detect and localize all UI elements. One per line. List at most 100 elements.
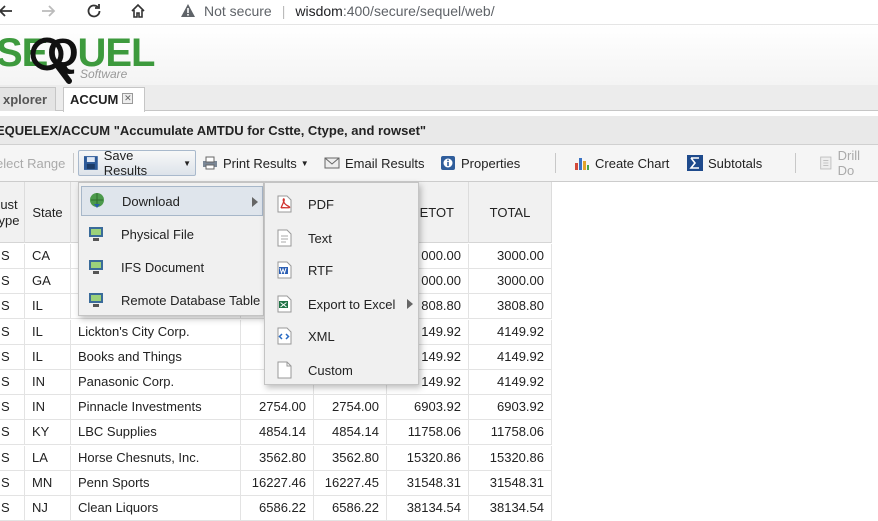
drill-down-button[interactable]: Drill Do	[815, 148, 878, 178]
table-cell: KY	[25, 420, 71, 446]
monitor-icon	[89, 293, 103, 307]
table-cell: IL	[25, 294, 71, 320]
table-cell: S	[0, 445, 25, 471]
table-cell: S	[0, 269, 25, 295]
menu-item-ifs-document[interactable]: IFS Document	[81, 252, 263, 282]
results-toolbar: elect Range Save Results ▼ Print Results ▼…	[0, 145, 878, 182]
table-cell: S	[0, 370, 25, 395]
table-cell: 6586.22	[314, 496, 387, 521]
table-cell: 16227.45	[314, 470, 387, 496]
globe-download-icon	[90, 193, 104, 208]
table-cell: 38134.54	[387, 496, 469, 521]
properties-button[interactable]: Properties	[436, 150, 524, 176]
save-results-menu: Download Physical File IFS Document Remo…	[78, 182, 264, 316]
reload-icon[interactable]	[83, 0, 105, 22]
printer-icon	[203, 156, 217, 170]
menu-item-export-to-excel[interactable]: Export to Excel	[267, 289, 418, 319]
table-cell: IN	[25, 370, 71, 395]
blank-file-icon	[277, 361, 292, 379]
create-chart-button[interactable]: Create Chart	[570, 150, 673, 176]
table-cell: 6903.92	[469, 395, 552, 421]
menu-item-text[interactable]: Text	[267, 223, 418, 253]
table-cell: 2754.00	[241, 395, 314, 421]
table-cell: NJ	[25, 496, 71, 521]
menu-item-custom[interactable]: Custom	[267, 355, 418, 385]
magnifier-icon	[30, 37, 72, 84]
table-cell: Lickton's City Corp.	[71, 319, 241, 345]
menu-item-pdf[interactable]: PDF	[267, 189, 418, 219]
security-label: Not secure	[204, 3, 272, 19]
table-cell: S	[0, 470, 25, 496]
table-cell: Pinnacle Investments	[71, 395, 241, 421]
table-cell: S	[0, 294, 25, 320]
warning-icon	[181, 4, 195, 17]
menu-item-physical-file[interactable]: Physical File	[81, 219, 263, 249]
table-cell: 4854.14	[314, 420, 387, 446]
table-cell: Clean Liquors	[71, 496, 241, 521]
table-cell: LA	[25, 445, 71, 471]
table-row[interactable]: S MN Penn Sports 16227.46 16227.45 31548.31 31…	[0, 470, 552, 496]
table-row[interactable]: S IN Pinnacle Investments 2754.00 2754.00 690…	[0, 395, 552, 421]
table-cell: 15320.86	[387, 445, 469, 471]
drill-down-icon	[820, 156, 832, 170]
table-cell: LBC Supplies	[71, 420, 241, 446]
email-results-button[interactable]: Email Results	[320, 150, 428, 176]
table-cell: S	[0, 395, 25, 421]
back-arrow-icon[interactable]	[0, 0, 16, 22]
home-icon[interactable]	[127, 0, 149, 22]
close-tab-icon[interactable]: ✕	[122, 93, 134, 104]
table-cell: IL	[25, 344, 71, 370]
table-cell: CA	[25, 244, 71, 269]
table-cell: 31548.31	[387, 470, 469, 496]
table-cell: 11758.06	[469, 420, 552, 446]
info-icon	[441, 156, 455, 170]
table-cell: 15320.86	[469, 445, 552, 471]
table-cell: Penn Sports	[71, 470, 241, 496]
table-cell: 2754.00	[314, 395, 387, 421]
word-document-icon	[277, 261, 292, 279]
table-cell: 6586.22	[241, 496, 314, 521]
menu-item-xml[interactable]: XML	[267, 321, 418, 351]
print-results-button[interactable]: Print Results ▼	[198, 150, 313, 176]
table-row[interactable]: S LA Horse Chesnuts, Inc. 3562.80 3562.80 153…	[0, 445, 552, 471]
app-header: SEQUEL Software	[0, 24, 878, 85]
excel-icon	[277, 295, 292, 313]
table-cell: S	[0, 344, 25, 370]
table-cell: 4149.92	[469, 344, 552, 370]
table-row[interactable]: S NJ Clean Liquors 6586.22 6586.22 38134.54 38…	[0, 496, 552, 521]
subtotals-button[interactable]: Subtotals	[683, 150, 766, 176]
column-header-cust-type[interactable]: ust ype	[0, 182, 25, 243]
menu-item-remote-database-table[interactable]: Remote Database Table	[81, 285, 263, 315]
floppy-disk-icon	[83, 156, 98, 170]
tab-bar: xplorer ACCUM ✕	[0, 85, 878, 112]
sigma-icon	[687, 155, 703, 171]
table-cell: 3808.80	[469, 294, 552, 320]
address-bar[interactable]: Not secure | wisdom:400/secure/sequel/we…	[170, 0, 495, 22]
forward-arrow-icon[interactable]	[38, 0, 60, 22]
menu-item-rtf[interactable]: RTF	[267, 255, 418, 285]
table-cell: S	[0, 420, 25, 446]
xml-icon	[277, 327, 292, 345]
table-row[interactable]: S KY LBC Supplies 4854.14 4854.14 11758.06 117…	[0, 420, 552, 446]
table-cell: 4149.92	[469, 319, 552, 345]
tab-explorer[interactable]: xplorer	[0, 87, 56, 111]
menu-item-download[interactable]: Download	[81, 186, 263, 216]
monitor-icon	[89, 260, 103, 274]
query-title-bar: EQUELEX/ACCUM "Accumulate AMTDU for Cstt…	[0, 116, 878, 145]
download-menu: PDF Text RTF Export to Excel XML Custom	[264, 182, 419, 385]
tab-accum[interactable]: ACCUM ✕	[63, 87, 145, 112]
column-header-total[interactable]: TOTAL	[469, 182, 552, 243]
pdf-icon	[277, 195, 292, 213]
select-range-button[interactable]: elect Range	[0, 150, 69, 176]
browser-toolbar: Not secure | wisdom:400/secure/sequel/we…	[0, 0, 878, 24]
table-cell: S	[0, 319, 25, 345]
text-file-icon	[277, 229, 292, 247]
save-results-button[interactable]: Save Results ▼	[78, 148, 196, 178]
table-cell: Horse Chesnuts, Inc.	[71, 445, 241, 471]
table-cell: 4149.92	[469, 370, 552, 395]
table-cell: 6903.92	[387, 395, 469, 421]
monitor-icon	[89, 227, 103, 241]
table-cell: 3000.00	[469, 244, 552, 269]
url-host: wisdom	[295, 3, 343, 19]
column-header-state[interactable]: State	[25, 182, 71, 243]
